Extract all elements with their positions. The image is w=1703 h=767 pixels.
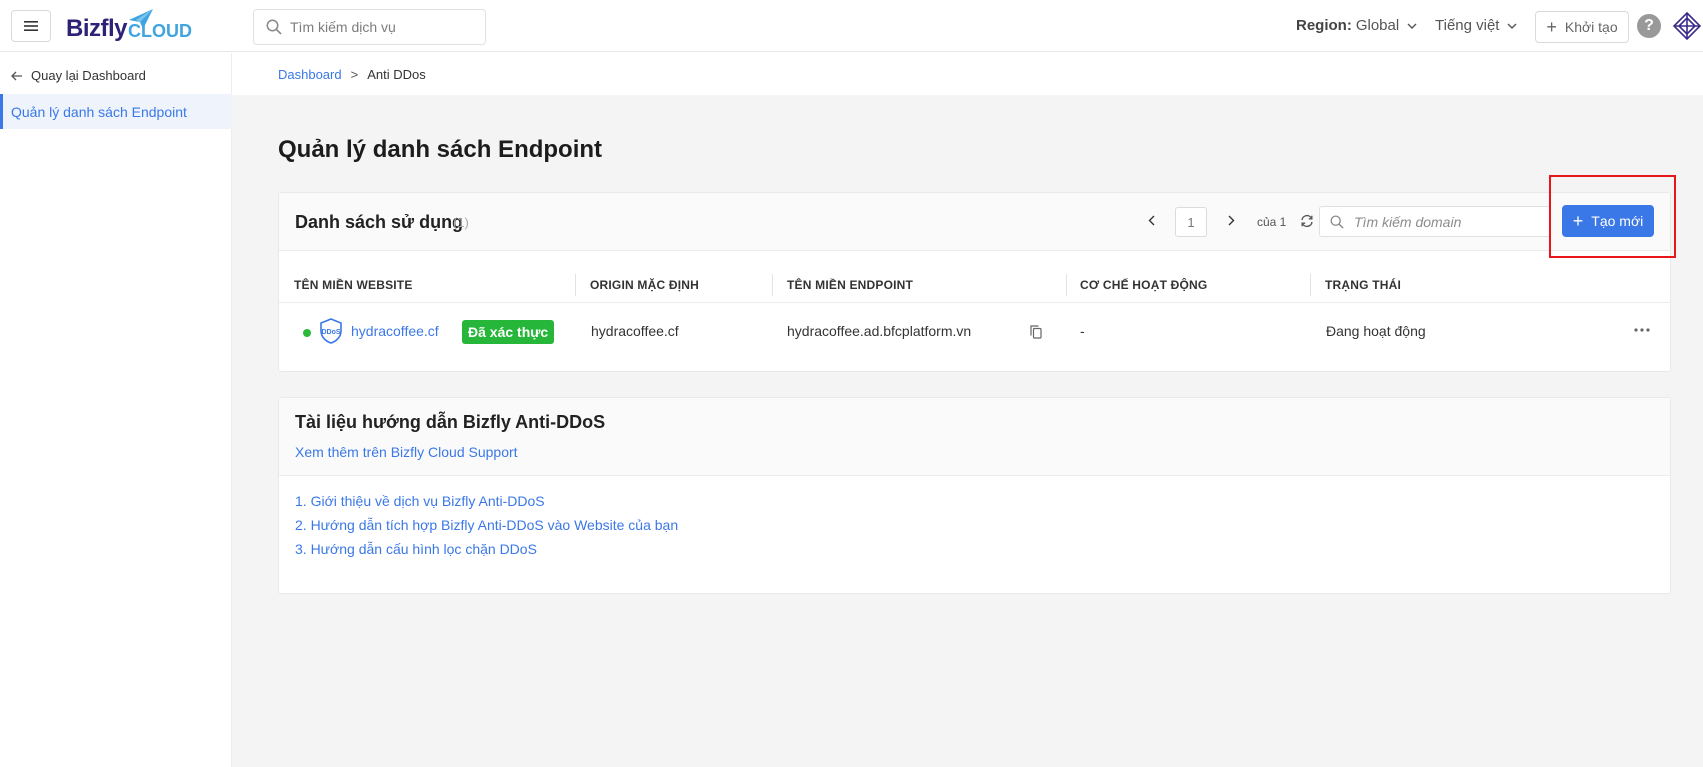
refresh-icon <box>1301 214 1314 227</box>
prev-page-button[interactable] <box>1139 213 1163 231</box>
sidebar: Quay lại Dashboard Quản lý danh sách End… <box>0 53 232 767</box>
domain-search-input[interactable] <box>1354 213 1534 230</box>
column-header-mechanism: CƠ CHẾ HOẠT ĐỘNG <box>1080 278 1208 292</box>
search-icon <box>266 19 282 35</box>
ddos-shield-icon: DDoS <box>320 318 342 344</box>
refresh-button[interactable] <box>1300 214 1314 231</box>
language-selector[interactable]: Tiếng việt <box>1435 17 1517 34</box>
service-search[interactable] <box>253 9 486 45</box>
main-content: Dashboard > Anti DDos Quản lý danh sách … <box>232 53 1703 767</box>
guide-link[interactable]: 2. Hướng dẫn tích hợp Bizfly Anti-DDoS v… <box>295 517 678 533</box>
verified-badge: Đã xác thực <box>462 320 555 344</box>
service-search-input[interactable] <box>290 19 470 35</box>
menu-icon <box>24 21 38 31</box>
help-icon[interactable]: ? <box>1637 14 1661 38</box>
table-row: DDoS hydracoffee.cf Đã xác thực hydracof… <box>279 303 1670 361</box>
list-card-header: Danh sách sử dụng (1) 1 của 1 Tìm kiếm d… <box>279 193 1670 251</box>
back-to-dashboard-link[interactable]: Quay lại Dashboard <box>11 68 146 83</box>
more-icon[interactable] <box>1634 328 1650 332</box>
ddos-icon-label: DDoS <box>321 329 340 336</box>
column-divider <box>1310 274 1311 296</box>
highlight-annotation <box>1549 175 1676 258</box>
chevron-right-icon <box>1228 215 1234 226</box>
table-header: TÊN MIỀN WEBSITE ORIGIN MẶC ĐỊNH TÊN MIỀ… <box>279 251 1670 303</box>
chevron-left-icon <box>1148 215 1154 226</box>
docs-card-header: Tài liệu hướng dẫn Bizfly Anti-DDoS Xem … <box>279 398 1670 476</box>
docs-card-title: Tài liệu hướng dẫn Bizfly Anti-DDoS <box>295 412 606 432</box>
column-header-status: TRẠNG THÁI <box>1325 278 1401 292</box>
column-divider <box>1066 274 1067 296</box>
plus-icon: + <box>1546 17 1557 37</box>
sidebar-item-endpoint-list[interactable]: Quản lý danh sách Endpoint <box>0 94 232 129</box>
top-bar: Bizfly CLOUD Region: Global Tiếng việt +… <box>0 0 1703 52</box>
domain-search[interactable] <box>1319 206 1551 237</box>
guide-link[interactable]: 1. Giới thiệu về dịch vụ Bizfly Anti-DDo… <box>295 493 545 509</box>
support-link[interactable]: Xem thêm trên Bizfly Cloud Support <box>295 444 518 460</box>
search-icon <box>1330 214 1344 229</box>
guide-link[interactable]: 3. Hướng dẫn cấu hình lọc chặn DDoS <box>295 541 537 557</box>
arrow-left-icon <box>11 71 22 80</box>
bizfly-logo[interactable]: Bizfly CLOUD <box>66 9 192 44</box>
endpoint-list-card: Danh sách sử dụng (1) 1 của 1 Tìm kiếm d… <box>278 192 1671 372</box>
column-divider <box>772 274 773 296</box>
language-value: Tiếng việt <box>1435 17 1500 34</box>
column-header-default-origin: ORIGIN MẶC ĐỊNH <box>590 278 699 292</box>
column-divider <box>575 274 576 296</box>
breadcrumb: Dashboard > Anti DDos <box>232 53 1703 95</box>
create-resource-label: Khởi tạo <box>1564 19 1618 35</box>
copy-icon[interactable] <box>1030 325 1042 339</box>
breadcrumb-separator: > <box>350 66 359 82</box>
breadcrumb-current: Anti DDos <box>367 66 426 82</box>
breadcrumb-dashboard[interactable]: Dashboard <box>278 67 342 82</box>
origin-value: hydracoffee.cf <box>591 323 679 339</box>
region-selector[interactable]: Region: Global <box>1296 17 1417 34</box>
mechanism-value: - <box>1080 323 1085 339</box>
status-value: Đang hoạt động <box>1326 323 1426 339</box>
list-count: (1) <box>453 215 469 230</box>
column-header-website-domain: TÊN MIỀN WEBSITE <box>294 278 413 292</box>
status-dot <box>303 329 311 337</box>
page-number-input[interactable]: 1 <box>1175 207 1207 237</box>
next-page-button[interactable] <box>1219 213 1243 231</box>
sidebar-item-label: Quản lý danh sách Endpoint <box>11 103 187 120</box>
pagination: 1 của 1 <box>1139 207 1314 237</box>
page-title: Quản lý danh sách Endpoint <box>278 136 603 163</box>
website-domain-link[interactable]: hydracoffee.cf <box>351 323 439 339</box>
menu-button[interactable] <box>11 10 51 42</box>
endpoint-value: hydracoffee.ad.bfcplatform.vn <box>787 323 972 339</box>
user-avatar-icon[interactable] <box>1673 12 1701 40</box>
paper-plane-icon <box>129 9 153 29</box>
region-value: Global <box>1355 17 1400 34</box>
create-resource-button[interactable]: + Khởi tạo <box>1535 11 1629 43</box>
region-label: Region: <box>1296 17 1352 34</box>
page-total: của 1 <box>1257 215 1287 229</box>
chevron-down-icon <box>1507 23 1517 29</box>
docs-card: Tài liệu hướng dẫn Bizfly Anti-DDoS Xem … <box>278 397 1671 594</box>
chevron-down-icon <box>1407 23 1417 29</box>
logo-main-text: Bizfly <box>66 15 128 42</box>
column-header-endpoint-domain: TÊN MIỀN ENDPOINT <box>787 278 914 292</box>
back-label: Quay lại Dashboard <box>31 68 146 83</box>
list-card-title: Danh sách sử dụng <box>295 212 464 232</box>
